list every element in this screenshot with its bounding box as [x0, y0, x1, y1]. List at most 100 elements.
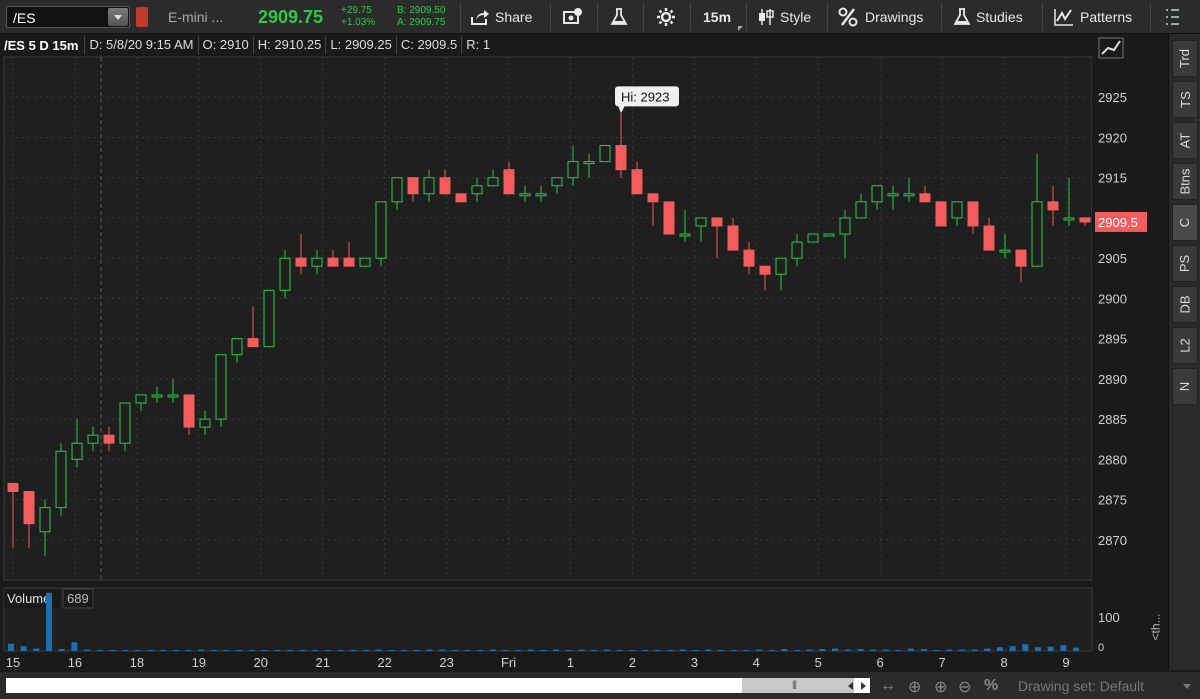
- volume-bar: [756, 649, 763, 651]
- volume-bar: [33, 648, 40, 651]
- scrollbar-thumb[interactable]: [742, 678, 854, 693]
- volume-bar: [933, 650, 940, 651]
- symbol-value: /ES: [13, 10, 36, 26]
- x-tick-label: 21: [315, 655, 329, 670]
- timeframe-button[interactable]: 15m: [703, 0, 744, 34]
- percent-scale-icon[interactable]: %: [984, 677, 998, 695]
- x-tick-label: 16: [68, 655, 82, 670]
- candle-body: [727, 225, 739, 251]
- chevron-down-icon[interactable]: [1183, 684, 1191, 689]
- candle-body: [535, 193, 547, 197]
- y-tick-label: 2900: [1098, 291, 1127, 306]
- candle-body: [919, 193, 931, 203]
- candle-body: [199, 418, 211, 428]
- volume-bar: [134, 650, 141, 651]
- candle-body: [567, 161, 579, 179]
- toolbar: /ES E-mini ... 2909.75 +29.75 +1.03% B: …: [0, 0, 1200, 34]
- net-change: +29.75: [341, 5, 372, 16]
- volume-bar: [185, 650, 192, 651]
- volume-bar: [96, 650, 103, 651]
- candle-body: [231, 338, 243, 356]
- candle-body: [455, 193, 467, 203]
- share-label: Share: [495, 9, 533, 25]
- settings-button[interactable]: [656, 0, 676, 34]
- sidebar-tab-btns[interactable]: Btns: [1172, 163, 1198, 200]
- y-tick-label: 2885: [1098, 412, 1127, 427]
- candle-body: [151, 394, 163, 398]
- candle-body: [71, 442, 83, 460]
- candle-body: [1015, 249, 1027, 267]
- snapshot-button[interactable]: [563, 0, 583, 34]
- volume-bar: [8, 643, 14, 651]
- grid-menu-icon: [1166, 9, 1179, 25]
- crosshair-icon[interactable]: ⊕: [908, 677, 921, 697]
- zoom-in-icon[interactable]: ⊕: [934, 677, 947, 697]
- sidebar-tab-l2[interactable]: L2: [1172, 327, 1198, 364]
- percent-change: +1.03%: [341, 17, 376, 28]
- sidebar-tab-n[interactable]: N: [1172, 368, 1198, 405]
- sidebar-tab-c[interactable]: C: [1172, 204, 1198, 241]
- grid-menu-button[interactable]: [1166, 0, 1180, 34]
- volume-bar: [299, 650, 306, 651]
- price-chart[interactable]: 2870 2875 2880 2885 2890 2895 2900 2905 2 9 1 0 2915…: [0, 0, 1200, 699]
- candle-body: [551, 177, 563, 187]
- expand-icon[interactable]: ↔: [880, 677, 896, 695]
- volume-bar: [692, 650, 699, 651]
- x-tick-label: 2: [629, 655, 636, 670]
- net-change-block: +29.75 +1.03%: [341, 5, 375, 29]
- x-tick-label: 23: [439, 655, 453, 670]
- volume-bar: [794, 650, 801, 651]
- scroll-left-arrow[interactable]: [846, 678, 856, 693]
- candle-body: [263, 289, 275, 348]
- volume-bar: [58, 649, 65, 651]
- candle-body: [711, 217, 723, 227]
- sidebar-tab-at[interactable]: AT: [1172, 122, 1198, 159]
- collapse-tab[interactable]: <th...: [1148, 606, 1166, 650]
- flask-button[interactable]: [610, 0, 628, 34]
- x-tick-label: 6: [877, 655, 884, 670]
- volume-bar: [248, 650, 255, 651]
- y-tick-label: 2890: [1098, 372, 1127, 387]
- candle-body: [503, 169, 515, 195]
- studies-button[interactable]: Studies: [953, 0, 1023, 34]
- volume-bar: [718, 650, 724, 651]
- sidebar-tab-db[interactable]: DB: [1172, 286, 1198, 323]
- candle-body: [135, 394, 147, 404]
- candle-body: [1063, 217, 1075, 221]
- style-button[interactable]: Style: [757, 0, 811, 34]
- link-color-chip[interactable]: [136, 7, 148, 27]
- sidebar-tab-ps[interactable]: PS: [1172, 245, 1198, 282]
- volume-bar: [908, 648, 915, 651]
- volume-bar: [1009, 646, 1016, 651]
- volume-bar: [109, 650, 116, 651]
- share-button[interactable]: Share: [470, 0, 532, 34]
- drawing-set-selector[interactable]: Drawing set: Default: [1018, 678, 1144, 694]
- sidebar-tab-trd[interactable]: Trd: [1172, 40, 1198, 77]
- candle-body: [359, 257, 371, 267]
- volume-bar: [236, 650, 243, 651]
- symbol-dropdown-button[interactable]: [108, 8, 128, 26]
- sidebar-tab-ts[interactable]: TS: [1172, 81, 1198, 118]
- candle-body: [103, 434, 115, 444]
- volume-plot-area: [3, 587, 1093, 652]
- volume-bar: [781, 649, 788, 651]
- x-tick-label: 19: [192, 655, 206, 670]
- autoscale-icon: [1098, 37, 1124, 59]
- scroll-right-arrow[interactable]: [858, 678, 868, 693]
- volume-bar: [806, 649, 813, 651]
- last-price: 2909.75: [258, 7, 324, 27]
- patterns-button[interactable]: Patterns: [1053, 0, 1132, 34]
- zoom-out-icon[interactable]: ⊖: [958, 677, 971, 697]
- x-tick-label: 9: [1062, 655, 1069, 670]
- candle-body: [23, 490, 35, 525]
- drawings-button[interactable]: Drawings: [838, 0, 923, 34]
- candle-body: [247, 338, 259, 348]
- candle-body: [423, 177, 435, 195]
- candle-body: [983, 225, 995, 251]
- symbol-input[interactable]: /ES: [6, 6, 130, 28]
- volume-value: 689: [67, 591, 89, 606]
- x-tick-label: 1: [567, 655, 574, 670]
- y-tick-label: 2895: [1098, 332, 1127, 347]
- sidebar-tab-label: L2: [1177, 338, 1193, 353]
- horizontal-scrollbar[interactable]: [6, 678, 870, 693]
